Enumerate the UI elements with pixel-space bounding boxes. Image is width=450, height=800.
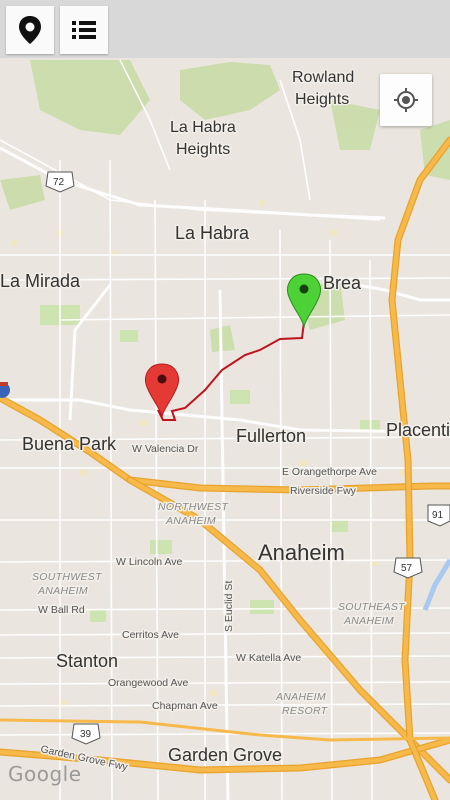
- svg-text:57: 57: [401, 563, 413, 574]
- svg-text:La Mirada: La Mirada: [0, 271, 81, 291]
- svg-text:La Habra: La Habra: [175, 223, 250, 243]
- svg-text:Heights: Heights: [176, 141, 230, 158]
- svg-text:ANAHEIM: ANAHEIM: [37, 585, 88, 597]
- svg-text:La Habra: La Habra: [170, 119, 236, 136]
- svg-text:Buena Park: Buena Park: [22, 434, 117, 454]
- svg-text:SOUTHEAST: SOUTHEAST: [338, 601, 406, 613]
- my-location-icon: [394, 88, 418, 112]
- svg-text:Riverside Fwy: Riverside Fwy: [290, 485, 357, 497]
- shield-91: 91: [427, 504, 450, 527]
- svg-text:NORTHWEST: NORTHWEST: [158, 501, 229, 513]
- svg-text:S Euclid St: S Euclid St: [223, 581, 235, 632]
- svg-text:39: 39: [80, 729, 92, 740]
- svg-text:RESORT: RESORT: [282, 705, 329, 717]
- svg-text:Brea: Brea: [323, 273, 362, 293]
- my-location-button[interactable]: [380, 74, 432, 126]
- svg-text:Orangewood Ave: Orangewood Ave: [108, 677, 189, 689]
- svg-text:W Lincoln Ave: W Lincoln Ave: [116, 556, 183, 568]
- svg-text:Rowland: Rowland: [292, 69, 354, 86]
- location-pin-icon: [19, 16, 41, 44]
- svg-text:W Valencia Dr: W Valencia Dr: [132, 443, 199, 455]
- svg-text:Placentia: Placentia: [386, 420, 450, 440]
- svg-text:W Katella Ave: W Katella Ave: [236, 652, 301, 664]
- svg-text:Fullerton: Fullerton: [236, 426, 306, 446]
- svg-text:ANAHEIM: ANAHEIM: [275, 691, 326, 703]
- google-logo: Google: [8, 762, 82, 786]
- list-icon: [72, 21, 96, 39]
- top-toolbar: [0, 0, 450, 58]
- location-pin-button[interactable]: [6, 6, 54, 54]
- svg-text:Cerritos Ave: Cerritos Ave: [122, 629, 179, 641]
- svg-text:W Ball Rd: W Ball Rd: [38, 604, 85, 616]
- svg-text:ANAHEIM: ANAHEIM: [343, 615, 394, 627]
- svg-text:ANAHEIM: ANAHEIM: [165, 515, 216, 527]
- svg-text:E Orangethorpe Ave: E Orangethorpe Ave: [282, 466, 377, 478]
- svg-text:Anaheim: Anaheim: [258, 540, 345, 565]
- list-button[interactable]: [60, 6, 108, 54]
- svg-text:Heights: Heights: [295, 91, 349, 108]
- svg-text:Garden Grove: Garden Grove: [168, 745, 282, 765]
- svg-text:72: 72: [53, 177, 65, 188]
- svg-text:SOUTHWEST: SOUTHWEST: [32, 571, 103, 583]
- svg-text:91: 91: [432, 510, 444, 521]
- svg-text:Chapman Ave: Chapman Ave: [152, 700, 218, 712]
- svg-text:Stanton: Stanton: [56, 651, 118, 671]
